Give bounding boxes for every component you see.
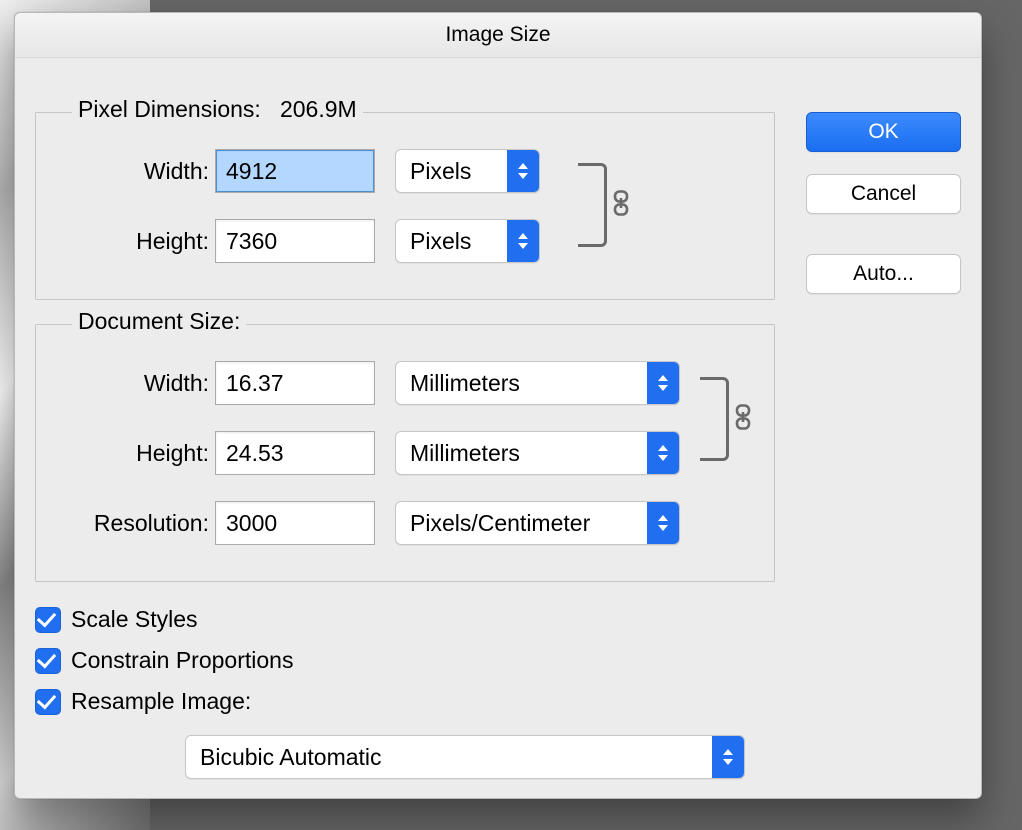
cancel-button[interactable]: Cancel [806, 174, 961, 214]
doc-resolution-label: Resolution: [54, 510, 215, 537]
pixel-dimensions-group: Pixel Dimensions: 206.9M Width: Pixels [35, 112, 775, 300]
doc-height-row: Height: Millimeters [54, 429, 756, 477]
constrain-proportions-label: Constrain Proportions [71, 647, 293, 674]
doc-resolution-row: Resolution: Pixels/Centimeter [54, 499, 756, 547]
select-stepper-icon [647, 362, 679, 404]
resample-method-row: Bicubic Automatic [35, 735, 775, 779]
resample-image-label: Resample Image: [71, 688, 251, 715]
dialog-titlebar: Image Size [15, 13, 981, 58]
doc-width-label: Width: [54, 370, 215, 397]
constrain-proportions-checkbox[interactable] [35, 648, 61, 674]
doc-width-row: Width: Millimeters [54, 359, 756, 407]
resample-image-checkbox[interactable] [35, 689, 61, 715]
doc-width-unit-select[interactable]: Millimeters [395, 361, 680, 405]
pixel-link-bracket [578, 163, 607, 247]
doc-link-bracket [700, 377, 729, 461]
pixel-width-unit-select[interactable]: Pixels [395, 149, 540, 193]
select-stepper-icon [712, 736, 744, 778]
options-checkboxes: Scale Styles Constrain Proportions Resam… [35, 606, 775, 715]
pixel-width-input[interactable] [215, 149, 375, 193]
pixel-width-row: Width: Pixels [54, 147, 756, 195]
doc-resolution-unit-text: Pixels/Centimeter [396, 510, 647, 537]
document-size-legend: Document Size: [72, 308, 246, 335]
dialog-content: OK Cancel Auto... Pixel Dimensions: 206.… [15, 57, 981, 798]
scale-styles-row: Scale Styles [35, 606, 775, 633]
dialog-button-column: OK Cancel Auto... [806, 112, 961, 294]
constrain-link-icon[interactable] [610, 189, 632, 217]
doc-height-unit-select[interactable]: Millimeters [395, 431, 680, 475]
pixel-dimensions-legend-prefix: Pixel Dimensions: [78, 96, 261, 122]
pixel-dimensions-memory: 206.9M [280, 96, 357, 122]
resample-image-row: Resample Image: [35, 688, 775, 715]
doc-width-unit-text: Millimeters [396, 370, 647, 397]
document-size-group: Document Size: Width: Millimeters Height… [35, 324, 775, 582]
doc-width-input[interactable] [215, 361, 375, 405]
resample-method-select[interactable]: Bicubic Automatic [185, 735, 745, 779]
pixel-width-label: Width: [54, 158, 215, 185]
auto-button[interactable]: Auto... [806, 254, 961, 294]
select-stepper-icon [647, 432, 679, 474]
pixel-dimensions-legend: Pixel Dimensions: 206.9M [72, 96, 363, 123]
dialog-main-column: Pixel Dimensions: 206.9M Width: Pixels [35, 112, 775, 779]
constrain-link-icon[interactable] [732, 403, 754, 431]
scale-styles-label: Scale Styles [71, 606, 198, 633]
pixel-height-input[interactable] [215, 219, 375, 263]
ok-button[interactable]: OK [806, 112, 961, 152]
doc-height-unit-text: Millimeters [396, 440, 647, 467]
scale-styles-checkbox[interactable] [35, 607, 61, 633]
select-stepper-icon [507, 150, 539, 192]
select-stepper-icon [507, 220, 539, 262]
pixel-height-row: Height: Pixels [54, 217, 756, 265]
dialog-title: Image Size [445, 23, 550, 47]
doc-resolution-input[interactable] [215, 501, 375, 545]
constrain-proportions-row: Constrain Proportions [35, 647, 775, 674]
pixel-height-label: Height: [54, 228, 215, 255]
resample-method-text: Bicubic Automatic [186, 744, 712, 771]
pixel-height-unit-select[interactable]: Pixels [395, 219, 540, 263]
doc-height-label: Height: [54, 440, 215, 467]
doc-height-input[interactable] [215, 431, 375, 475]
image-size-dialog: Image Size OK Cancel Auto... Pixel Dimen… [14, 12, 982, 799]
pixel-height-unit-text: Pixels [396, 228, 507, 255]
select-stepper-icon [647, 502, 679, 544]
pixel-width-unit-text: Pixels [396, 158, 507, 185]
doc-resolution-unit-select[interactable]: Pixels/Centimeter [395, 501, 680, 545]
